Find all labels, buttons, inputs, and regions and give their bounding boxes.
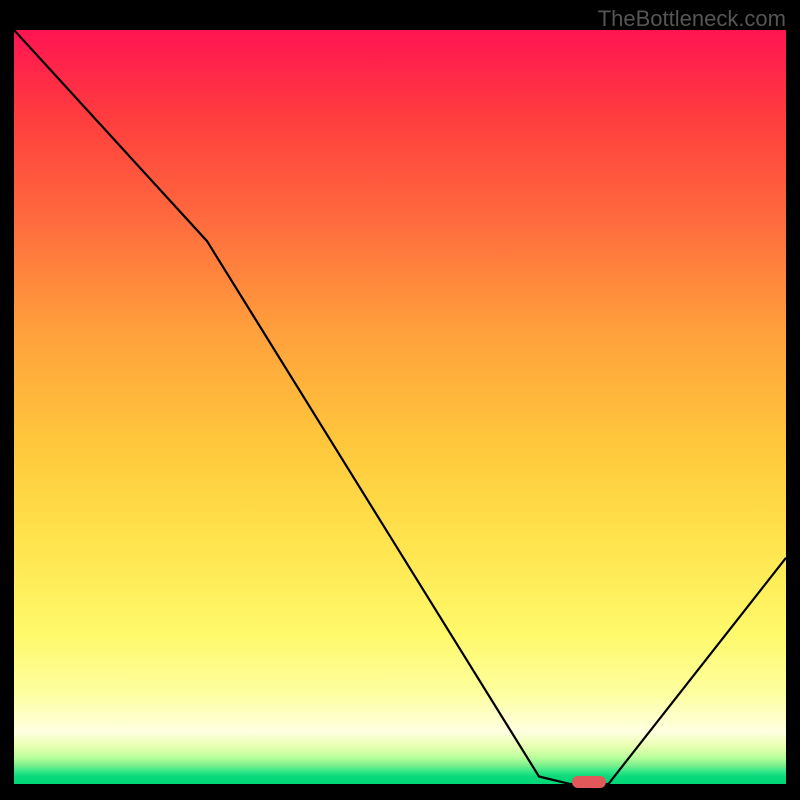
optimum-marker [572,776,606,788]
bottleneck-curve-svg [14,30,786,784]
bottleneck-curve-path [14,30,786,784]
chart-plot-area [14,30,786,784]
watermark-text: TheBottleneck.com [598,6,786,32]
